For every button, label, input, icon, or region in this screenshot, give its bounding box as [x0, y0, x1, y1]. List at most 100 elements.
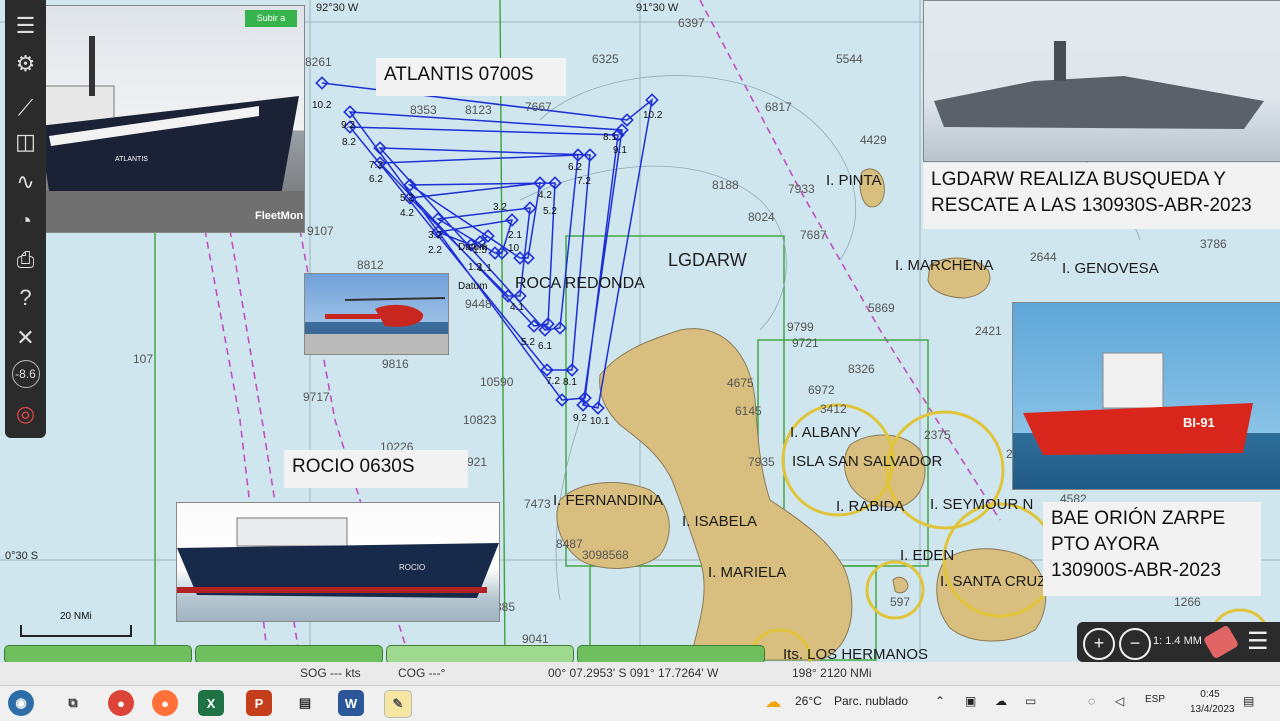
track-label: 3.2: [428, 230, 442, 241]
track-label: 9.2: [573, 413, 587, 424]
island-name: I. GENOVESA: [1062, 260, 1159, 277]
route-icon[interactable]: ⟋: [8, 92, 43, 124]
tray-battery-icon[interactable]: ▭: [1025, 694, 1036, 708]
depth-sounding: 6325: [592, 52, 619, 66]
tray-volume-icon[interactable]: ◁: [1115, 694, 1124, 708]
share-badge[interactable]: Subir a: [245, 10, 297, 27]
depth-sounding: 9448: [465, 297, 492, 311]
track-label: 1.1: [478, 263, 492, 274]
depth-sounding: 3786: [1200, 237, 1227, 251]
timer-icon[interactable]: ◔: [8, 205, 43, 237]
island-name: I. EDEN: [900, 547, 955, 564]
grid-label-0-30: 0°30 S: [5, 550, 39, 562]
track-label: 10.2: [643, 110, 663, 121]
lgdarw-zone-label: LGDARW: [668, 250, 747, 270]
depth-sounding: 4429: [860, 133, 887, 147]
island-name: Its. LOS HERMANOS: [783, 646, 929, 663]
depth-sounding: 1266: [1174, 595, 1201, 609]
grid-label-91-30: 91°30 W: [636, 2, 679, 14]
track-label: 2.2: [428, 245, 442, 256]
depth-sounding: 7473: [524, 497, 551, 511]
notifications-icon[interactable]: ▤: [1243, 694, 1254, 708]
nav-status-bar: SOG --- kts COG ---° 00° 07.2953' S 091°…: [0, 662, 1280, 685]
language-indicator[interactable]: ESP: [1145, 694, 1165, 705]
depth-sounding: 2421: [975, 324, 1002, 338]
depth-sounding: 8326: [848, 362, 875, 376]
depth-sounding: 8123: [465, 103, 492, 117]
island-name: I. MARIELA: [708, 564, 787, 581]
track-label: 8.1: [603, 132, 617, 143]
depth-sounding: 8261: [305, 55, 332, 69]
depth-sounding: 8487: [556, 537, 583, 551]
crosshair-icon[interactable]: ✕: [8, 322, 43, 354]
depth-sounding: 8353: [410, 103, 437, 117]
excel-icon[interactable]: X: [198, 690, 224, 716]
firefox-icon[interactable]: ●: [152, 690, 178, 716]
layers-icon[interactable]: ◫: [8, 126, 43, 158]
island-name: I. SEYMOUR N: [930, 496, 1034, 513]
menu-icon-2[interactable]: ☰: [1247, 627, 1269, 656]
orion-callout-line3: 130900S-ABR-2023: [1051, 560, 1222, 581]
track-label: 10.2: [312, 100, 332, 111]
helicopter-photo: [304, 273, 449, 355]
depth-sounding: 6817: [765, 100, 792, 114]
lifebuoy-icon[interactable]: ◎: [8, 398, 43, 430]
depth-sounding: 6397: [678, 16, 705, 30]
measure-icon[interactable]: ∿: [8, 166, 43, 198]
island-name: I. FERNANDINA: [553, 492, 664, 509]
menu-icon[interactable]: ☰: [8, 10, 43, 42]
lgdarw-ship-photo: [923, 0, 1280, 162]
depth-sounding: 3412: [820, 402, 847, 416]
atlantis-photo: Subir a FleetMon ATLANTIS: [28, 5, 305, 233]
depth-button[interactable]: -8.6: [8, 358, 43, 390]
chart-app-icon[interactable]: ✎: [384, 690, 412, 718]
island-name: I. MARCHENA: [895, 257, 994, 274]
depth-sounding: 8812: [357, 258, 384, 272]
depth-sounding: 597: [890, 595, 911, 609]
clock[interactable]: 0:45 13/4/2023: [1190, 687, 1235, 717]
gear-icon[interactable]: ⚙: [8, 48, 43, 80]
track-label: 2.1: [508, 230, 522, 241]
powerpoint-icon[interactable]: P: [246, 690, 272, 716]
track-label: 5.2: [521, 337, 535, 348]
depth-sounding: 921: [467, 455, 488, 469]
island-name: I. ALBANY: [790, 424, 861, 441]
tray-chevron-icon[interactable]: ⌃: [935, 694, 945, 708]
eraser-icon[interactable]: [1202, 624, 1240, 660]
chrome-icon[interactable]: ●: [108, 690, 134, 716]
task-view-icon[interactable]: ⧉: [60, 690, 86, 716]
start-globe-icon[interactable]: ◉: [8, 690, 34, 716]
depth-sounding: 8188: [712, 178, 739, 192]
depth-sounding: 9041: [522, 632, 549, 646]
track-label: Datum: [458, 281, 488, 292]
tray-cloud-icon[interactable]: ☁: [995, 694, 1007, 708]
track-label: 9.2: [341, 120, 355, 131]
scale-bar: 20 NMi: [20, 611, 132, 637]
print-icon[interactable]: ⎙: [8, 244, 43, 276]
track-label: 4.2: [538, 190, 552, 201]
depth-sounding: 7667: [525, 100, 552, 114]
apps-icon[interactable]: ▤: [292, 690, 318, 716]
word-icon[interactable]: W: [338, 690, 364, 716]
depth-sounding: 6972: [808, 383, 835, 397]
tray-network-icon[interactable]: ◌: [1088, 694, 1095, 708]
clock-time: 0:45: [1200, 689, 1220, 700]
depth-sounding: 107: [133, 352, 154, 366]
help-icon[interactable]: ?: [8, 282, 43, 314]
lgdarw-callout: LGDARW REALIZA BUSQUEDA Y RESCATE A LAS …: [923, 163, 1280, 229]
track-label: 10: [508, 243, 520, 254]
orion-callout-line2: PTO AYORA: [1051, 534, 1160, 555]
depth-sounding: 9799: [787, 320, 814, 334]
depth-sounding: 2375: [924, 428, 951, 442]
tray-meet-icon[interactable]: ▣: [965, 694, 976, 708]
scale-bar-label: 20 NMi: [60, 611, 92, 622]
island-name: ROCA REDONDA: [515, 275, 645, 292]
track-label: 8.1: [563, 377, 577, 388]
track-label: 7.2: [369, 160, 383, 171]
bae-orion-photo: BI-91: [1012, 302, 1280, 490]
zoom-out-icon[interactable]: −: [1119, 628, 1151, 660]
zoom-in-icon[interactable]: +: [1083, 628, 1115, 660]
bearing-readout: 198° 2120 NMi: [792, 666, 872, 680]
position-readout: 00° 07.2953' S 091° 17.7264' W: [548, 666, 719, 680]
depth-sounding: 7687: [800, 228, 827, 242]
